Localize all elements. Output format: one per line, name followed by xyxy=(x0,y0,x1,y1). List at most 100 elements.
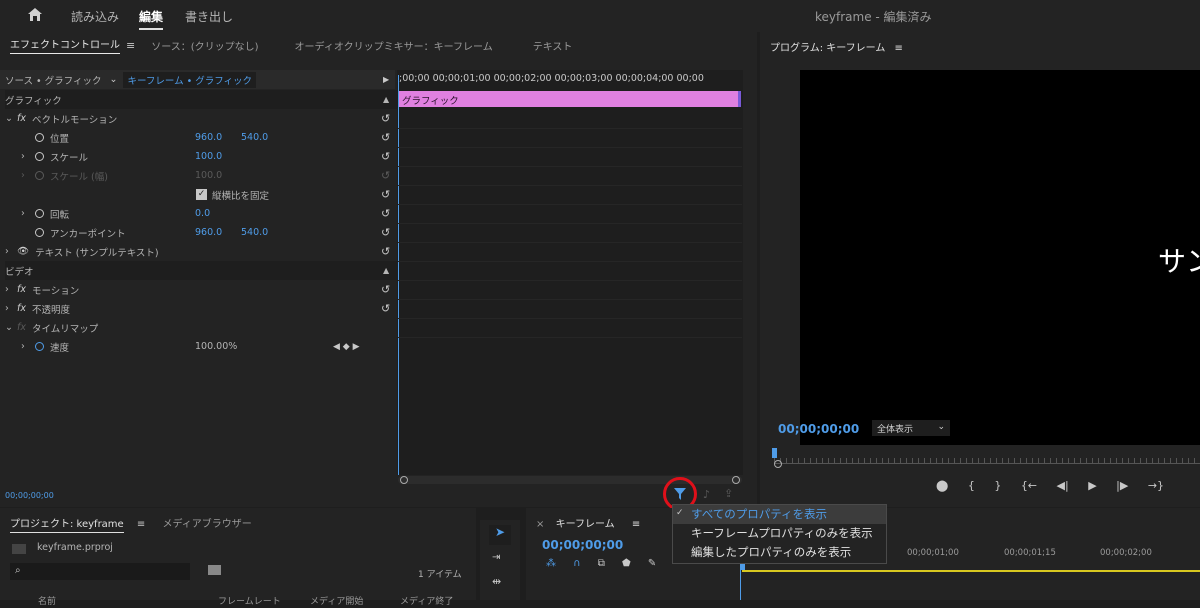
close-icon[interactable]: × xyxy=(536,519,544,530)
scrollbar-handle-left[interactable] xyxy=(400,476,408,484)
uniform-scale-checkbox[interactable]: ✓ xyxy=(196,189,207,200)
tab-project[interactable]: プロジェクト: keyframe xyxy=(10,519,124,533)
edit-tab[interactable]: 編集 xyxy=(139,8,164,30)
track-select-tool-icon[interactable]: ⇥ xyxy=(492,552,500,563)
marker-icon[interactable]: ⬤ xyxy=(936,479,948,492)
anchor-y[interactable]: 540.0 xyxy=(241,227,268,238)
chevron-right-icon[interactable]: › xyxy=(5,284,17,295)
reset-icon[interactable]: ↺ xyxy=(381,283,390,296)
keyframe-nav-icon[interactable]: ◀ ◆ ▶ xyxy=(333,342,360,352)
mark-in-icon[interactable]: { xyxy=(968,479,975,492)
program-timecode[interactable]: 00;00;00;00 xyxy=(778,422,859,436)
chevron-right-icon[interactable]: › xyxy=(21,208,35,219)
chevron-right-icon[interactable]: › xyxy=(21,151,35,162)
chevron-right-icon[interactable]: › xyxy=(21,341,35,352)
reset-icon[interactable]: ↺ xyxy=(381,188,390,201)
timeline-timecode[interactable]: 00;00;00;00 xyxy=(542,538,623,552)
effect-text[interactable]: › 👁 テキスト (サンプルテキスト) ↺ xyxy=(5,242,395,261)
scrollbar-handle-right[interactable] xyxy=(732,476,740,484)
add-marker-icon[interactable]: ⬟ xyxy=(622,558,631,569)
col-media-start[interactable]: メディア開始 xyxy=(310,594,363,607)
effect-motion[interactable]: › fx モーション ↺ xyxy=(5,280,395,299)
project-file[interactable]: keyframe.prproj xyxy=(37,542,113,553)
snap-icon[interactable]: ∩ xyxy=(573,558,580,569)
effect-vector-motion[interactable]: ⌄ fx ベクトルモーション ↺ xyxy=(5,109,395,128)
eye-icon[interactable]: 👁 xyxy=(17,246,29,257)
stopwatch-icon[interactable] xyxy=(35,209,44,218)
tab-text[interactable]: テキスト xyxy=(533,38,573,53)
zoom-select[interactable]: 全体表示 ⌄ xyxy=(872,420,950,436)
panel-menu-icon[interactable]: ≡ xyxy=(895,43,903,54)
col-media-end[interactable]: メディア終了 xyxy=(400,594,453,607)
program-title[interactable]: プログラム: キーフレーム xyxy=(770,43,885,54)
position-x[interactable]: 960.0 xyxy=(195,132,222,143)
chevron-down-icon[interactable]: ⌄ xyxy=(5,113,17,124)
export-tab[interactable]: 書き出し xyxy=(185,8,233,25)
property-position[interactable]: 位置 960.0 540.0 ↺ xyxy=(5,128,395,147)
menu-item-edited-only[interactable]: 編集したプロパティのみを表示 xyxy=(673,543,886,562)
fx-icon[interactable]: fx xyxy=(17,303,26,314)
linked-selection-icon[interactable]: ⧉ xyxy=(598,558,605,569)
speed-value[interactable]: 100.00% xyxy=(195,341,237,352)
effect-time-remap[interactable]: ⌄ fx タイムリマップ xyxy=(5,318,395,337)
playhead-marker[interactable] xyxy=(772,448,777,458)
scale-value[interactable]: 100.0 xyxy=(195,151,222,162)
property-speed[interactable]: › 速度 100.00% ◀ ◆ ▶ xyxy=(5,337,395,356)
search-field[interactable]: ⌕ xyxy=(10,563,190,580)
fx-icon[interactable]: fx xyxy=(17,113,26,124)
collapse-icon[interactable]: ▲ xyxy=(383,266,389,275)
collapse-icon[interactable]: ▲ xyxy=(383,95,389,104)
rotation-value[interactable]: 0.0 xyxy=(195,208,210,219)
mark-out-icon[interactable]: } xyxy=(994,479,1001,492)
home-icon[interactable] xyxy=(27,7,43,22)
reset-icon[interactable]: ↺ xyxy=(381,302,390,315)
chevron-down-icon[interactable]: ⌄ xyxy=(5,322,17,333)
program-scrubber[interactable] xyxy=(774,450,1200,464)
export-icon[interactable]: ⇪ xyxy=(724,487,733,500)
play-icon[interactable]: ▶ xyxy=(1088,479,1096,492)
reset-icon[interactable]: ↺ xyxy=(381,245,390,258)
fx-icon[interactable]: fx xyxy=(17,284,26,295)
graphic-clip[interactable]: グラフィック xyxy=(399,91,741,107)
menu-item-show-all[interactable]: すべてのプロパティを表示 xyxy=(673,505,886,524)
tab-source[interactable]: ソース：(クリップなし) xyxy=(151,38,258,53)
anchor-x[interactable]: 960.0 xyxy=(195,227,222,238)
footer-timecode[interactable]: 00;00;00;00 xyxy=(5,491,54,500)
import-tab[interactable]: 読み込み xyxy=(71,8,119,25)
panel-menu-icon[interactable]: ≡ xyxy=(126,39,135,52)
property-anchor-point[interactable]: アンカーポイント 960.0 540.0 ↺ xyxy=(5,223,395,242)
filter-icon[interactable] xyxy=(673,487,687,501)
sequence-label[interactable]: キーフレーム • グラフィック xyxy=(123,71,257,88)
step-back-icon[interactable]: ◀| xyxy=(1057,479,1069,492)
reset-icon[interactable]: ↺ xyxy=(381,226,390,239)
panel-menu-icon[interactable]: ≡ xyxy=(632,519,640,530)
chevron-right-icon[interactable]: › xyxy=(5,246,17,257)
menu-item-keyframed-only[interactable]: キーフレームプロパティのみを表示 xyxy=(673,524,886,543)
selection-tool-icon[interactable]: ➤ xyxy=(489,525,511,545)
wrench-icon[interactable]: ✎ xyxy=(648,558,656,569)
stopwatch-icon[interactable] xyxy=(35,152,44,161)
timeline-tab[interactable]: キーフレーム xyxy=(556,519,615,530)
reset-icon[interactable]: ↺ xyxy=(381,150,390,163)
source-selector[interactable]: ソース • グラフィック ⌄ キーフレーム • グラフィック ▶ xyxy=(0,70,395,89)
tab-audio-mixer[interactable]: オーディオクリップミキサー：キーフレーム xyxy=(295,38,493,53)
effect-opacity[interactable]: › fx 不透明度 ↺ xyxy=(5,299,395,318)
col-name[interactable]: 名前 xyxy=(38,594,56,607)
timeline-playhead[interactable] xyxy=(740,564,745,600)
audio-icon[interactable]: ♪ xyxy=(703,488,710,501)
stopwatch-icon[interactable] xyxy=(35,133,44,142)
panel-menu-icon[interactable]: ≡ xyxy=(137,519,145,530)
stopwatch-icon[interactable] xyxy=(35,342,44,351)
nest-icon[interactable]: ⁂ xyxy=(546,558,556,569)
chevron-right-icon[interactable]: › xyxy=(5,303,17,314)
go-to-out-icon[interactable]: →} xyxy=(1148,479,1164,492)
tab-effect-controls[interactable]: エフェクトコントロール xyxy=(10,36,120,54)
reset-icon[interactable]: ↺ xyxy=(381,112,390,125)
play-only-icon[interactable]: ▶ xyxy=(383,75,389,84)
ripple-edit-tool-icon[interactable]: ⇹ xyxy=(492,575,501,588)
playhead[interactable] xyxy=(398,75,399,475)
work-area-bar[interactable] xyxy=(742,570,1200,572)
step-forward-icon[interactable]: |▶ xyxy=(1116,479,1128,492)
property-scale[interactable]: › スケール 100.0 ↺ xyxy=(5,147,395,166)
col-framerate[interactable]: フレームレート xyxy=(218,594,281,607)
